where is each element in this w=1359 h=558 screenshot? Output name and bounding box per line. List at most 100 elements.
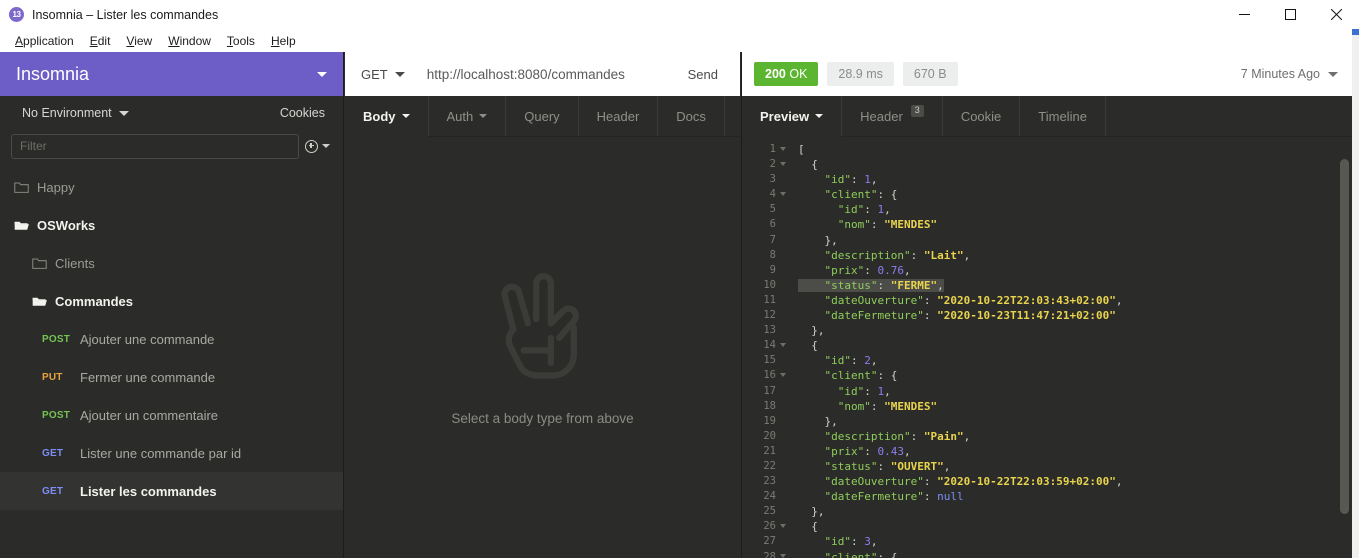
fold-caret-icon[interactable]: [780, 342, 786, 347]
sidebar-folder-commandes[interactable]: Commandes: [0, 282, 343, 320]
code-token: ,: [884, 384, 891, 398]
chevron-down-icon: [815, 114, 824, 118]
code-token: "dateFermeture": [824, 309, 924, 323]
sidebar: Insomnia No Environment Cookies H: [0, 52, 344, 558]
send-button[interactable]: Send: [688, 67, 732, 82]
response-scrollbar-thumb[interactable]: [1340, 159, 1349, 514]
code-line: 24 "dateFermeture": null: [742, 489, 1352, 504]
folder-open-icon: [32, 297, 47, 306]
code-token: "description": [824, 429, 911, 443]
code-token: "MENDES": [884, 399, 938, 413]
response-timestamp-dropdown[interactable]: 7 Minutes Ago: [1241, 67, 1338, 81]
sidebar-request-lister-les-commandes[interactable]: GET Lister les commandes: [0, 472, 343, 510]
code-token: "2020-10-23T11:47:21+02:00": [937, 309, 1116, 323]
add-request-button[interactable]: [305, 139, 333, 153]
code-line-content: "client": {: [798, 188, 898, 201]
line-number: 10: [763, 278, 776, 291]
request-method: POST: [42, 409, 71, 421]
tab-body[interactable]: Body: [345, 96, 429, 137]
code-token: :: [923, 490, 938, 504]
sidebar-request-ajouter-un-commentaire[interactable]: POST Ajouter un commentaire: [0, 396, 343, 434]
menu-mnemonic: H: [270, 33, 280, 48]
fold-caret-icon[interactable]: [780, 554, 786, 558]
tab-label: Header: [596, 108, 640, 124]
tab-query[interactable]: Query: [506, 96, 579, 136]
code-line-content: "dateFermeture": "2020-10-23T11:47:21+02…: [798, 309, 1116, 322]
line-number: 11: [763, 293, 776, 306]
code-token: :: [851, 173, 865, 187]
cookies-button[interactable]: Cookies: [280, 106, 325, 120]
code-line-content: "dateFermeture": null: [798, 490, 964, 503]
response-size-badge[interactable]: 670 B: [902, 62, 958, 86]
tab-preview[interactable]: Preview: [742, 96, 843, 137]
code-line: 11 "dateOuverture": "2020-10-22T22:03:43…: [742, 293, 1352, 308]
chevron-down-icon: [394, 71, 405, 77]
fold-caret-icon[interactable]: [780, 372, 786, 377]
fold-caret-icon[interactable]: [780, 146, 786, 151]
line-number: 15: [763, 354, 776, 367]
request-label: Lister les commandes: [80, 483, 217, 499]
code-token: ,: [904, 263, 911, 277]
code-line: 21 "prix": 0.43,: [742, 444, 1352, 459]
tab-header[interactable]: Header: [579, 96, 659, 136]
code-token: :: [870, 399, 885, 413]
code-line-content: [: [798, 143, 805, 156]
code-line-content: {: [798, 158, 818, 171]
response-pane: 200 OK 28.9 ms 670 B 7 Minutes Ago Previ…: [741, 52, 1352, 558]
environment-selector[interactable]: No Environment: [22, 106, 129, 120]
status-badge[interactable]: 200 OK: [754, 62, 819, 86]
fold-caret-icon[interactable]: [780, 191, 786, 196]
menu-item-view[interactable]: View: [118, 32, 160, 50]
code-token: "dateFermeture": [824, 490, 924, 504]
line-number: 19: [763, 414, 776, 427]
code-token: {: [811, 520, 818, 534]
menu-item-tools[interactable]: Tools: [219, 32, 263, 50]
request-pane: GET http://localhost:8080/commandes Send…: [345, 52, 740, 558]
tab-docs[interactable]: Docs: [658, 96, 725, 136]
chevron-down-icon: [1328, 71, 1338, 77]
tab-auth[interactable]: Auth: [429, 96, 507, 136]
method-dropdown[interactable]: GET: [361, 67, 405, 82]
filter-input[interactable]: [11, 133, 299, 159]
line-number: 8: [769, 248, 776, 261]
code-line: 7 },: [742, 233, 1352, 248]
code-token: ,: [870, 535, 878, 549]
folder-label: OSWorks: [37, 217, 96, 233]
close-button[interactable]: [1313, 0, 1359, 29]
minimize-button[interactable]: [1221, 0, 1267, 29]
response-body-viewer[interactable]: 1[2 {3 "id": 1, 4 "client": {5 "id": 1, 6 …: [742, 137, 1352, 558]
tab-response-header[interactable]: Header 3: [842, 96, 943, 136]
fold-caret-icon[interactable]: [780, 523, 786, 528]
maximize-button[interactable]: [1267, 0, 1313, 29]
sidebar-folder-clients[interactable]: Clients: [0, 244, 343, 282]
sidebar-folder-happy[interactable]: Happy: [0, 168, 343, 206]
filter-row: [0, 130, 343, 162]
code-line-content: "prix": 0.43,: [798, 445, 911, 458]
line-number: 12: [763, 309, 776, 322]
tab-cookie[interactable]: Cookie: [943, 96, 1021, 136]
code-token: :: [864, 444, 878, 458]
menu-item-application[interactable]: Application: [7, 32, 82, 50]
workspace-header[interactable]: Insomnia: [0, 52, 343, 96]
url-input[interactable]: http://localhost:8080/commandes: [405, 67, 688, 82]
menu-item-help[interactable]: Help: [263, 32, 304, 50]
code-token: },: [811, 505, 825, 519]
code-token: "prix": [824, 263, 865, 277]
sidebar-folder-osworks[interactable]: OSWorks: [0, 206, 343, 244]
insomnia-logo-icon: 13: [9, 7, 24, 22]
code-token: "description": [824, 248, 911, 262]
menu-item-window[interactable]: Window: [160, 32, 219, 50]
code-token: :: [864, 384, 878, 398]
sidebar-request-ajouter-une-commande[interactable]: POST Ajouter une commande: [0, 320, 343, 358]
sidebar-request-fermer-une-commande[interactable]: PUT Fermer une commande: [0, 358, 343, 396]
menu-item-edit[interactable]: Edit: [82, 32, 119, 50]
line-number: 7: [769, 233, 776, 246]
code-token: [: [798, 143, 805, 156]
menu-label: elp: [279, 33, 296, 48]
line-number: 9: [769, 263, 776, 276]
sidebar-request-lister-une-commande-par-id[interactable]: GET Lister une commande par id: [0, 434, 343, 472]
tab-timeline[interactable]: Timeline: [1020, 96, 1106, 136]
code-line-content: },: [798, 234, 838, 247]
fold-caret-icon[interactable]: [780, 161, 786, 166]
response-time-badge[interactable]: 28.9 ms: [827, 62, 894, 86]
